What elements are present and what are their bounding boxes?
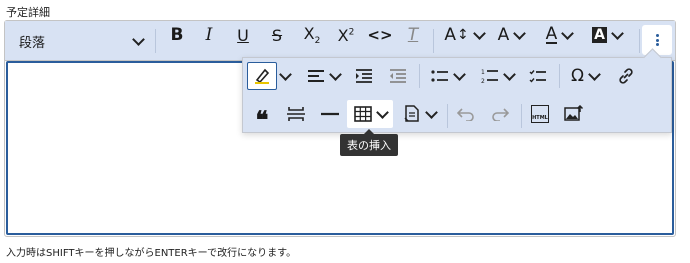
chevron-down-icon [278,67,292,81]
highlight-button[interactable] [247,62,277,90]
field-label: 予定詳細 [6,6,50,19]
font-background-icon: A [592,27,607,43]
toolbar-divider [559,64,560,88]
template-icon [403,105,419,122]
chevron-down-icon [561,26,575,40]
underline-button[interactable]: U [229,21,257,49]
font-color-dropdown[interactable]: A [539,21,579,49]
highlight-dropdown-toggle[interactable] [277,62,293,90]
bold-button[interactable]: B [163,21,191,49]
redo-icon [492,108,509,121]
page-break-button[interactable] [281,100,311,128]
omega-icon: Ω [571,66,584,86]
chevron-down-icon [588,67,601,81]
indent-icon [356,69,372,83]
table-icon [353,106,372,122]
horizontal-line-button[interactable] [315,100,345,128]
superscript-button[interactable]: X2 [331,21,361,49]
link-button[interactable] [611,62,641,90]
numbered-list-dropdown[interactable]: 12 [475,62,519,90]
show-more-items-button[interactable] [642,25,672,55]
chevron-down-icon [328,67,342,81]
chevron-down-icon [611,26,624,40]
chevron-down-icon [375,105,389,119]
more-toolbar-panel: 12 Ω ❝ HTML [242,57,672,134]
insert-table-dropdown[interactable] [347,100,393,128]
todo-list-icon [529,70,546,83]
font-size-icon: A [444,25,456,45]
insert-table-tooltip: 表の挿入 [340,129,398,156]
outdent-button[interactable] [383,62,413,90]
superscript-icon: X2 [337,25,355,45]
clear-format-icon: T [407,25,419,45]
quote-icon: ❝ [255,104,269,134]
bulleted-list-icon [430,70,448,82]
input-hint-text: 入力時はSHIFTキーを押しながらENTERキーで改行になります。 [6,248,297,259]
font-family-icon: A [497,25,510,45]
todo-list-button[interactable] [523,62,553,90]
toolbar-divider [419,64,420,88]
undo-icon [457,108,474,121]
strikethrough-button[interactable]: S [263,21,291,49]
italic-button[interactable]: I [195,21,223,49]
heading-dropdown[interactable]: 段落 [13,27,149,55]
code-button[interactable]: <> [365,21,395,49]
special-characters-dropdown[interactable]: Ω [565,62,605,90]
outdent-icon [390,69,406,83]
insert-template-dropdown[interactable] [397,100,441,128]
horizontal-line-icon [321,112,339,116]
toolbar-divider [521,104,522,128]
svg-text:2: 2 [481,78,485,84]
numbered-list-icon: 12 [481,69,498,84]
underline-icon: U [237,25,249,45]
chevron-down-icon [424,105,438,119]
redo-button[interactable] [485,100,515,128]
alignment-dropdown[interactable] [301,62,345,90]
highlight-pen-icon [255,68,270,84]
subscript-icon: X2 [303,23,321,47]
font-background-dropdown[interactable]: A [585,21,629,49]
toolbar-divider [447,104,448,128]
chevron-down-icon [472,26,486,40]
subscript-button[interactable]: X2 [297,21,327,49]
chevron-down-icon [513,26,527,40]
toolbar-divider [155,29,156,53]
editor-toolbar: 段落 B I U S X2 X2 <> T A ↕ A A A [5,21,675,61]
toolbar-divider [639,29,640,53]
undo-button[interactable] [451,100,481,128]
image-upload-icon [564,105,584,121]
more-vertical-icon [655,33,659,48]
clear-format-button[interactable]: T [399,21,427,49]
link-icon [619,68,633,84]
chevron-down-icon [452,67,466,81]
source-editing-button[interactable]: HTML [525,100,555,128]
italic-icon: I [205,25,213,45]
font-size-dropdown[interactable]: A ↕ [439,21,489,49]
svg-text:1: 1 [481,69,485,76]
code-icon: <> [367,26,393,44]
bulleted-list-dropdown[interactable] [425,62,469,90]
font-family-dropdown[interactable]: A [491,21,531,49]
align-left-icon [307,70,324,82]
bold-icon: B [170,25,184,45]
block-quote-button[interactable]: ❝ [247,100,277,134]
page-break-icon [287,107,305,121]
heading-value: 段落 [19,35,46,51]
font-color-icon: A [545,24,558,44]
chevron-down-icon [502,67,516,81]
insert-image-button[interactable] [559,100,589,128]
html-icon: HTML [531,105,549,123]
font-size-arrows-icon: ↕ [456,27,469,43]
toolbar-divider [433,29,434,53]
strikethrough-icon: S [271,25,283,45]
indent-button[interactable] [349,62,379,90]
chevron-down-icon [132,32,145,46]
